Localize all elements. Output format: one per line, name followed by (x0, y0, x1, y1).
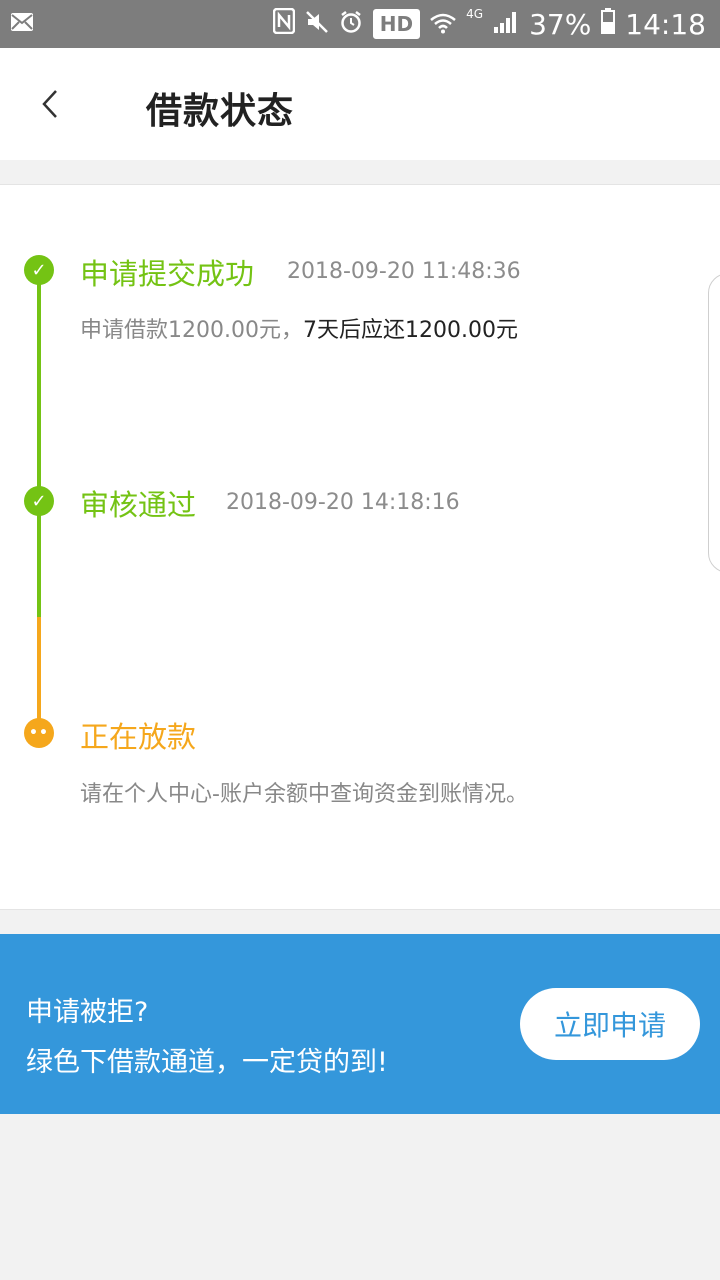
promo-banner: 申请被拒? 绿色下借款通道，一定贷的到! 立即申请 (0, 934, 720, 1114)
step-description: 申请借款1200.00元，7天后应还1200.00元 (80, 312, 518, 344)
timeline-line-completed (37, 271, 41, 617)
battery-percent: 37% (529, 7, 592, 41)
check-icon: ✓ (24, 486, 54, 516)
step-description: 请在个人中心-账户余额中查询资金到账情况。 (80, 782, 528, 807)
loan-amount-text: 申请借款1200.00元， (80, 318, 303, 343)
alarm-icon (339, 8, 363, 41)
status-bar: HD 4G 37% 14:18 (0, 0, 720, 48)
banner-slogan: 绿色下借款通道，一定贷的到! (26, 1047, 388, 1078)
nfc-icon (272, 7, 296, 41)
signal-icon (493, 8, 519, 41)
step-title: 申请提交成功 (80, 257, 255, 291)
clock: 14:18 (625, 7, 706, 41)
repayment-text: 7天后应还1200.00元 (302, 318, 518, 343)
step-title: 正在放款 (80, 720, 197, 754)
timeline-line-pending (37, 617, 41, 733)
check-icon: ✓ (24, 255, 54, 285)
page-title: 借款状态 (146, 91, 295, 132)
hd-badge: HD (372, 9, 421, 39)
apply-now-button[interactable]: 立即申请 (520, 988, 700, 1060)
mail-icon (10, 12, 34, 36)
step-time: 2018-09-20 14:18:16 (226, 490, 460, 515)
battery-icon (601, 7, 616, 41)
chevron-left-icon (42, 90, 57, 118)
pending-dots-icon: •• (24, 718, 54, 748)
loan-status-timeline: ✓ 申请提交成功 2018-09-20 11:48:36 申请借款1200.00… (0, 184, 720, 910)
step-title: 审核通过 (80, 488, 197, 522)
mute-icon (305, 8, 329, 41)
app-header: 借款状态 (0, 48, 720, 160)
network-type: 4G (466, 7, 484, 21)
wifi-icon (430, 8, 456, 41)
floating-panel-edge (708, 273, 720, 573)
banner-question: 申请被拒? (26, 997, 149, 1028)
back-button[interactable] (28, 78, 72, 130)
step-time: 2018-09-20 11:48:36 (287, 259, 521, 284)
